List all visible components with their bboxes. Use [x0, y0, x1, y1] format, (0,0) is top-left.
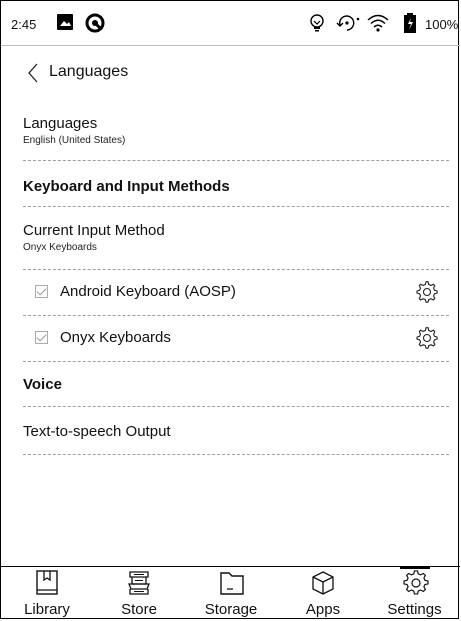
screen-frame: 2:45 100% Languages Languages English (U… [0, 0, 460, 621]
library-icon [35, 570, 59, 596]
section-title-keyboard: Keyboard and Input Methods [23, 178, 230, 195]
nav-label: Library [24, 601, 70, 618]
languages-item-subtitle: English (United States) [23, 135, 126, 146]
current-input-method-subtitle: Onyx Keyboards [23, 242, 97, 253]
wifi-icon [367, 13, 389, 38]
folder-icon [219, 570, 244, 596]
keyboard-label: Android Keyboard (AOSP) [60, 283, 236, 300]
current-input-method-item[interactable]: Current Input Method Onyx Keyboards [1, 215, 460, 265]
divider [23, 406, 449, 407]
languages-item-title: Languages [23, 115, 98, 132]
nav-label: Storage [204, 601, 258, 618]
nav-storage[interactable]: Storage [185, 567, 277, 621]
nav-label: Apps [305, 601, 341, 618]
nav-library[interactable]: Library [1, 567, 93, 621]
languages-item[interactable]: Languages English (United States) [1, 109, 460, 159]
keyboard-row-onyx[interactable]: Onyx Keyboards [23, 318, 449, 362]
apps-cube-icon [311, 570, 335, 596]
status-bar: 2:45 100% [1, 1, 460, 46]
chevron-left-icon[interactable] [25, 61, 41, 85]
current-input-method-title: Current Input Method [23, 222, 165, 239]
nav-store[interactable]: Store [93, 567, 185, 621]
settings-gear-icon [402, 570, 429, 596]
sync-status-icon [85, 13, 105, 38]
section-title-voice: Voice [23, 376, 62, 393]
store-icon [127, 570, 151, 596]
nav-apps[interactable]: Apps [277, 567, 369, 621]
checkbox-icon[interactable] [35, 331, 48, 344]
divider [23, 269, 449, 270]
checkbox-icon[interactable] [35, 285, 48, 298]
keyboard-label: Onyx Keyboards [60, 329, 171, 346]
image-icon [56, 13, 74, 36]
divider [23, 206, 449, 207]
divider [23, 160, 449, 161]
divider [23, 315, 449, 316]
battery-percent: 100% [425, 17, 459, 32]
tts-output-item[interactable]: Text-to-speech Output [1, 411, 460, 451]
nav-label: Settings [387, 601, 442, 618]
gear-icon[interactable] [415, 326, 439, 350]
page-header: Languages [1, 46, 460, 101]
divider [23, 361, 449, 362]
battery-icon [403, 13, 417, 38]
page-title: Languages [49, 63, 129, 80]
divider [23, 454, 449, 455]
gear-icon[interactable] [415, 280, 439, 304]
nav-label: Store [121, 601, 157, 618]
lightbulb-icon [307, 13, 327, 38]
active-tab-indicator [399, 567, 430, 569]
nav-settings[interactable]: Settings [369, 567, 460, 621]
bottom-navigation: Library Store Storage Apps Settings [1, 566, 460, 621]
status-time: 2:45 [11, 17, 37, 32]
rotate-icon [335, 13, 361, 38]
keyboard-row-aosp[interactable]: Android Keyboard (AOSP) [23, 272, 449, 316]
tts-output-title: Text-to-speech Output [23, 423, 171, 440]
